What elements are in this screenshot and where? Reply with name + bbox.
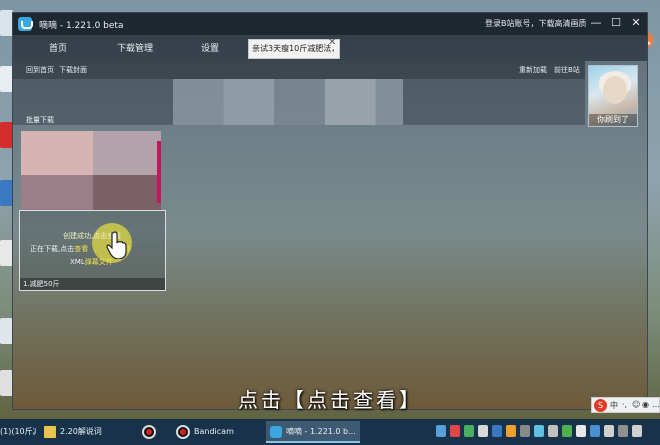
tray-icon-4[interactable]	[478, 425, 488, 437]
app-window: 嘀嘀 - 1.221.0 beta 登录B站账号，下载高清画质 — ☐ ✕ 首页…	[12, 12, 648, 410]
danmaku-file-link[interactable]: 弹幕文件	[85, 258, 113, 266]
bandicam-icon	[176, 424, 190, 439]
tray-icon-10[interactable]	[562, 425, 572, 437]
tray-icon-11[interactable]	[576, 425, 586, 437]
thumb-tile-4	[93, 175, 161, 211]
taskbar-item-recorder[interactable]	[138, 421, 168, 443]
tray-icon-12[interactable]	[590, 425, 600, 437]
avatar-caption: 你刷到了	[589, 114, 637, 126]
app-icon	[18, 17, 33, 31]
taskbar-item-label: Bandicam	[194, 427, 234, 436]
thumb-edge	[157, 141, 161, 203]
sogou-logo-icon: S	[594, 399, 607, 412]
taskbar-item-label: 嘀嘀 - 1.221.0 b...	[286, 427, 356, 436]
video-info-bar	[13, 79, 585, 125]
video-part-title: 1.减肥50斤	[20, 278, 165, 290]
video-subtitle: 点击【点击查看】	[238, 388, 422, 412]
taskbar-item-app[interactable]: 嘀嘀 - 1.221.0 b...	[266, 421, 360, 443]
taskbar-item-bandicam[interactable]: Bandicam	[172, 421, 262, 443]
tab-home[interactable]: 首页	[49, 41, 67, 54]
minimize-button[interactable]: —	[589, 16, 603, 30]
close-button[interactable]: ✕	[629, 16, 643, 30]
tray-icon-6[interactable]	[506, 425, 516, 437]
thumb-tile-3	[21, 175, 93, 211]
blurred-video-title	[173, 79, 403, 125]
ime-emoji-icon[interactable]: ☺	[632, 400, 640, 409]
tray-icon-5[interactable]	[492, 425, 502, 437]
batch-download-label[interactable]: 批量下载	[26, 115, 54, 125]
ime-toolbar[interactable]: S 中 ·, ☺ ◉ …	[591, 397, 660, 413]
maximize-button[interactable]: ☐	[609, 16, 623, 30]
search-input[interactable]: 亲试3天瘦10斤减肥法，7	[248, 39, 340, 59]
tray-icon-15[interactable]	[632, 425, 642, 437]
record-icon	[142, 424, 156, 439]
tab-download-manager[interactable]: 下载管理	[117, 41, 153, 54]
uploader-avatar[interactable]: 你刷到了	[588, 65, 638, 127]
app-icon	[270, 425, 282, 438]
tray-icon-2[interactable]	[450, 425, 460, 437]
search-clear-icon[interactable]: ✕	[328, 37, 336, 48]
view-link[interactable]: 查看	[74, 245, 88, 253]
hand-cursor-icon	[106, 231, 127, 259]
system-tray	[430, 425, 660, 439]
tray-icon-3[interactable]	[464, 425, 474, 437]
goto-bilibili-link[interactable]: 前往B站	[554, 65, 580, 75]
download-result-card: 创建成功,点击查看 正在下载,点击查看源文件 XML弹幕文件 1.减肥50斤	[19, 210, 166, 291]
tab-settings[interactable]: 设置	[201, 41, 219, 54]
taskbar: (1)(10斤减... 2.20解说词 Bandicam 嘀嘀 - 1.221.…	[0, 419, 660, 445]
tray-icon-13[interactable]	[604, 425, 614, 437]
ime-chinese-mode[interactable]: 中	[610, 400, 618, 411]
tray-icon-1[interactable]	[436, 425, 446, 437]
refresh-link[interactable]: 重新加载	[519, 65, 547, 75]
back-home-link[interactable]: 回到首页	[26, 65, 54, 75]
thumb-tile-1	[21, 131, 93, 175]
ime-mic-icon[interactable]: ◉	[642, 400, 649, 409]
tray-icon-9[interactable]	[548, 425, 558, 437]
tray-icon-7[interactable]	[520, 425, 530, 437]
taskbar-item-label: 2.20解说词	[60, 427, 102, 436]
window-title: 嘀嘀 - 1.221.0 beta	[39, 21, 124, 31]
tray-icon-8[interactable]	[534, 425, 544, 437]
ime-punctuation[interactable]: ·,	[622, 400, 627, 409]
title-bar[interactable]: 嘀嘀 - 1.221.0 beta 登录B站账号，下载高清画质 — ☐ ✕	[13, 13, 647, 35]
avatar-face	[603, 76, 627, 104]
downloading-text: 正在下载,点击	[30, 245, 75, 253]
login-link[interactable]: 登录B站账号，下载高清画质	[485, 18, 587, 29]
download-cover-link[interactable]: 下载封面	[59, 65, 87, 75]
thumb-tile-2	[93, 131, 161, 175]
toolbar: 回到首页 下载封面 重新加载 前往B站	[13, 61, 585, 79]
taskbar-item-video[interactable]: (1)(10斤减...	[0, 421, 36, 443]
ime-more-icon[interactable]: …	[652, 400, 660, 409]
folder-icon	[44, 425, 56, 438]
taskbar-item-folder[interactable]: 2.20解说词	[40, 421, 134, 443]
tray-icon-14[interactable]	[618, 425, 628, 437]
video-thumbnail[interactable]	[21, 131, 161, 211]
taskbar-item-label: (1)(10斤减...	[0, 427, 36, 436]
xml-text: XML	[70, 258, 85, 266]
